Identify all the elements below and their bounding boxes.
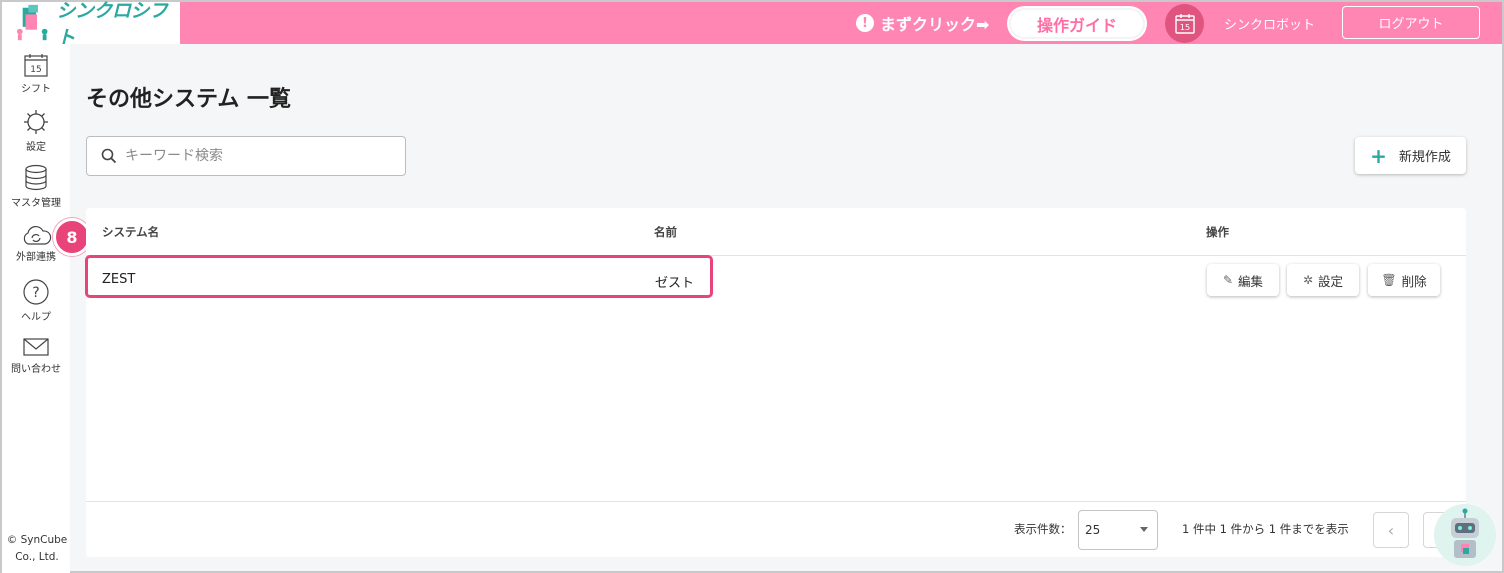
sidebar-item-label: シフト xyxy=(21,84,51,95)
calendar-icon: 15 xyxy=(1174,13,1195,34)
column-header-actions: 操作 xyxy=(1206,225,1229,239)
sidebar-item-shift[interactable]: 15 シフト xyxy=(2,52,70,95)
trash-icon: 🗑 xyxy=(1381,273,1397,287)
copyright: © SynCube Co., Ltd. xyxy=(4,532,70,566)
sidebar-item-label: 問い合わせ xyxy=(11,364,61,375)
page-title: その他システム 一覧 xyxy=(86,87,291,112)
logout-button[interactable]: ログアウト xyxy=(1342,6,1480,39)
exclamation-icon: ! xyxy=(856,14,874,32)
sidebar-item-master[interactable]: マスタ管理 xyxy=(2,164,70,209)
mail-icon xyxy=(23,338,49,356)
system-table-card: システム名 名前 操作 ZEST ゼスト ✎ 編集 ✲ 設定 🗑 削除 表示件数… xyxy=(85,208,1466,557)
copyright-line1: © SynCube xyxy=(6,534,68,546)
database-icon xyxy=(25,164,47,191)
sidebar: 15 シフト 設定 マスタ管理 外部連携 ? ヘルプ 問い合わせ © SynCu… xyxy=(2,44,70,573)
click-hint-text: まずクリック➡ xyxy=(880,15,990,34)
app-logo[interactable]: シンクロシフト xyxy=(2,0,180,49)
calendar-icon: 15 xyxy=(24,54,48,77)
gear-icon xyxy=(24,110,48,134)
per-page-label: 表示件数： xyxy=(1014,522,1072,536)
settings-label: 設定 xyxy=(1318,273,1344,289)
cloud-sync-icon xyxy=(23,225,52,245)
pagination-range: 1 件中 1 件から 1 件までを表示 xyxy=(1182,522,1349,536)
help-icon: ? xyxy=(23,279,49,305)
dropdown-arrow-icon xyxy=(1140,527,1148,532)
search-input[interactable] xyxy=(125,148,385,164)
sidebar-item-contact[interactable]: 問い合わせ xyxy=(2,336,70,375)
footer-divider xyxy=(86,501,1466,502)
sidebar-item-label: ヘルプ xyxy=(21,312,51,323)
sidebar-item-label: マスタ管理 xyxy=(11,198,61,209)
prev-page-button[interactable]: ‹ xyxy=(1373,512,1409,548)
cell-name: ゼスト xyxy=(655,276,695,291)
app-name: シンクロシフト xyxy=(56,0,168,49)
gear-icon: ✲ xyxy=(1302,273,1314,287)
copyright-line2: Co., Ltd. xyxy=(15,551,59,563)
sidebar-item-label: 設定 xyxy=(26,142,46,153)
operation-guide-button[interactable]: 操作ガイド xyxy=(1009,8,1145,39)
delete-button[interactable]: 🗑 削除 xyxy=(1368,264,1440,296)
click-hint: ! まずクリック➡ xyxy=(856,11,989,35)
robot-icon xyxy=(1451,508,1479,558)
sidebar-item-help[interactable]: ? ヘルプ xyxy=(2,278,70,323)
edit-button[interactable]: ✎ 編集 xyxy=(1207,264,1279,296)
delete-label: 削除 xyxy=(1401,273,1427,289)
new-create-label: 新規作成 xyxy=(1398,150,1451,165)
edit-label: 編集 xyxy=(1238,273,1264,289)
synchro-bot-label[interactable]: シンクロボット xyxy=(1224,14,1315,33)
calendar-day: 15 xyxy=(30,65,41,75)
cell-system-name: ZEST xyxy=(102,272,136,287)
column-header-name[interactable]: 名前 xyxy=(654,224,677,240)
top-bar: シンクロシフト ! まずクリック➡ 操作ガイド 15 シンクロボット ログアウト xyxy=(2,0,1502,49)
robot-icon-day: 15 xyxy=(1179,23,1189,32)
per-page-value: 25 xyxy=(1085,523,1101,537)
per-page-select[interactable]: 25 xyxy=(1078,510,1158,550)
logo-icon xyxy=(16,4,48,41)
row-highlight xyxy=(85,255,713,298)
search-box[interactable] xyxy=(86,136,406,176)
plus-icon: + xyxy=(1370,143,1387,168)
synchro-bot-button[interactable]: 15 xyxy=(1165,4,1204,43)
chatbot-button[interactable] xyxy=(1434,504,1496,566)
column-header-system-name[interactable]: システム名 xyxy=(102,224,159,240)
sidebar-item-label: 外部連携 xyxy=(16,252,56,263)
settings-button[interactable]: ✲ 設定 xyxy=(1287,264,1359,296)
help-glyph: ? xyxy=(32,285,39,301)
new-create-button[interactable]: + 新規作成 xyxy=(1355,137,1466,174)
sidebar-item-settings[interactable]: 設定 xyxy=(2,108,70,153)
search-icon xyxy=(101,148,117,164)
pencil-icon: ✎ xyxy=(1222,273,1234,287)
